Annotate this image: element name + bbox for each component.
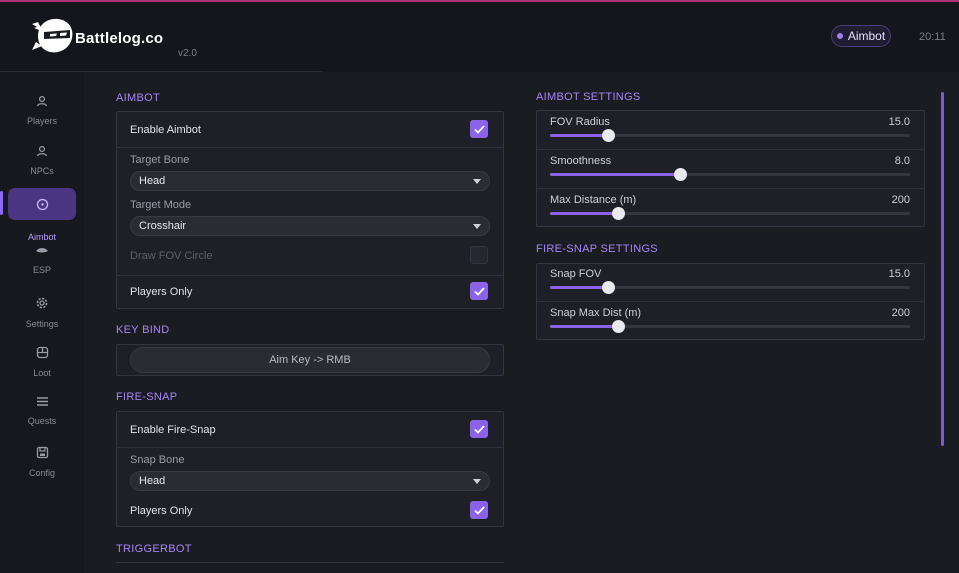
check-icon (473, 124, 485, 134)
eye-icon (35, 246, 49, 256)
sidebar-item-label: Settings (25, 319, 59, 329)
sidebar-item-esp[interactable]: ESP (8, 243, 76, 275)
check-icon (473, 424, 485, 434)
snap-max-dist-value: 200 (891, 307, 910, 319)
slider-fill (550, 325, 619, 328)
section-title-aimbot-settings: AIMBOT SETTINGS (536, 91, 641, 103)
max-distance-slider[interactable] (550, 207, 910, 220)
draw-fov-circle-label: Draw FOV Circle (130, 250, 213, 262)
row-divider (537, 301, 924, 302)
slider-thumb[interactable] (601, 281, 615, 294)
smoothness-label: Smoothness (550, 155, 612, 167)
smoothness-slider[interactable] (550, 168, 910, 181)
sidebar-item-label: Config (28, 468, 55, 478)
slider-thumb[interactable] (601, 129, 615, 142)
gear-icon (35, 296, 49, 310)
target-mode-label: Target Mode (130, 199, 192, 211)
box-icon (35, 346, 49, 359)
snap-max-dist-label: Snap Max Dist (m) (550, 307, 642, 319)
save-icon (35, 446, 49, 459)
ninja-logo-icon (32, 18, 73, 53)
enable-firesnap-checkbox[interactable] (470, 420, 488, 438)
sidebar-item-label: Loot (33, 368, 51, 378)
check-icon (473, 505, 485, 515)
sidebar-item-aimbot[interactable]: Aimbot (8, 188, 76, 242)
row-divider (117, 147, 503, 148)
firesnap-players-only-checkbox[interactable] (470, 501, 488, 519)
crosshair-icon (35, 197, 49, 211)
snap-bone-select[interactable]: Head (130, 471, 490, 491)
caret-down-icon (473, 179, 481, 184)
slider-fill (550, 286, 608, 289)
slider-thumb[interactable] (673, 168, 687, 181)
players-only-label: Players Only (130, 286, 193, 298)
active-module-badge[interactable]: Aimbot (831, 25, 891, 47)
snap-bone-value: Head (139, 475, 166, 487)
fov-radius-value: 15.0 (888, 116, 910, 128)
sidebar-item-loot[interactable]: Loot (8, 343, 76, 378)
row-divider (117, 447, 503, 448)
target-bone-select[interactable]: Head (130, 171, 490, 191)
app-version: v2.0 (178, 48, 197, 59)
snap-max-dist-slider[interactable] (550, 320, 910, 333)
players-only-checkbox[interactable] (470, 282, 488, 300)
sidebar-item-settings[interactable]: Settings (8, 293, 76, 329)
caret-down-icon (473, 224, 481, 229)
section-title-firesnap-settings: FIRE-SNAP SETTINGS (536, 243, 658, 255)
badge-label: Aimbot (847, 29, 886, 43)
fov-radius-label: FOV Radius (550, 116, 610, 128)
row-divider (117, 275, 503, 276)
target-mode-select[interactable]: Crosshair (130, 216, 490, 236)
max-distance-label: Max Distance (m) (550, 194, 637, 206)
sidebar-item-label: NPCs (30, 166, 54, 176)
sidebar-item-label: Quests (27, 416, 57, 426)
draw-fov-circle-checkbox[interactable] (470, 246, 488, 264)
section-title-triggerbot: TRIGGERBOT (116, 543, 192, 555)
active-nav-indicator (0, 191, 3, 215)
sidebar-item-label: Aimbot (27, 232, 56, 242)
sidebar-item-quests[interactable]: Quests (8, 393, 76, 426)
user-icon (35, 95, 49, 107)
section-title-keybind: KEY BIND (116, 324, 170, 336)
sidebar-item-label: ESP (32, 265, 51, 275)
sidebar-item-players[interactable]: Players (8, 92, 76, 126)
target-bone-value: Head (139, 175, 166, 187)
snap-fov-label: Snap FOV (550, 268, 602, 280)
section-title-aimbot: AIMBOT (116, 92, 160, 104)
list-icon (35, 396, 49, 407)
sidebar-item-label: Players (26, 116, 57, 126)
snap-fov-slider[interactable] (550, 281, 910, 294)
scrollbar[interactable] (941, 92, 944, 446)
target-mode-value: Crosshair (139, 220, 187, 232)
sidebar-item-config[interactable]: Config (8, 443, 76, 478)
triggerbot-panel-top (116, 562, 504, 563)
slider-fill (550, 212, 619, 215)
row-divider (537, 149, 924, 150)
check-icon (473, 286, 485, 296)
caret-down-icon (473, 479, 481, 484)
target-bone-label: Target Bone (130, 154, 190, 166)
aim-key-button[interactable]: Aim Key -> RMB (130, 347, 490, 373)
user-icon (35, 145, 49, 157)
enable-firesnap-label: Enable Fire-Snap (130, 424, 216, 436)
clock: 20:11 (919, 31, 946, 43)
section-title-firesnap: FIRE-SNAP (116, 391, 178, 403)
smoothness-value: 8.0 (894, 155, 910, 167)
sidebar-item-npcs[interactable]: NPCs (8, 142, 76, 176)
brand-name: Battlelog.co (75, 30, 164, 47)
slider-fill (550, 134, 608, 137)
enable-aimbot-checkbox[interactable] (470, 120, 488, 138)
status-dot-icon (836, 33, 843, 39)
slider-fill (550, 173, 680, 176)
max-distance-value: 200 (891, 194, 910, 206)
snap-fov-value: 15.0 (888, 268, 910, 280)
snap-bone-label: Snap Bone (130, 454, 185, 466)
firesnap-players-only-label: Players Only (130, 505, 193, 517)
fov-radius-slider[interactable] (550, 129, 910, 142)
enable-aimbot-label: Enable Aimbot (130, 124, 201, 136)
row-divider (537, 188, 924, 189)
